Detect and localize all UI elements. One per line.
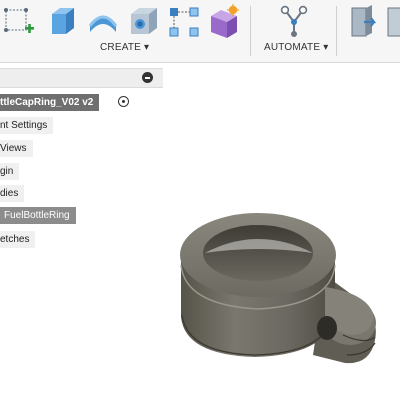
automate-menu-label[interactable]: AUTOMATE ▾: [264, 42, 328, 53]
collapse-panel-icon[interactable]: [142, 72, 153, 83]
extrude-icon[interactable]: [46, 4, 80, 38]
browser-item-body-fuelbottlering[interactable]: FuelBottleRing: [0, 207, 76, 224]
toolbar-separator: [336, 6, 337, 56]
browser-item-sketches[interactable]: etches: [0, 231, 36, 248]
browser-header: [0, 68, 163, 88]
create-sketch-icon[interactable]: [4, 4, 38, 38]
automate-icon[interactable]: [277, 4, 311, 38]
viewport-3d-model[interactable]: [175, 205, 390, 380]
create-menu-label[interactable]: CREATE ▾: [100, 42, 149, 53]
pattern-icon[interactable]: [167, 4, 201, 38]
revolve-icon[interactable]: [86, 4, 120, 38]
activate-radio-icon[interactable]: [118, 96, 129, 107]
browser-item-bodies[interactable]: dies: [0, 185, 25, 202]
modify-icon[interactable]: [346, 4, 380, 38]
toolbar-separator: [250, 6, 251, 56]
browser-item-origin[interactable]: gin: [0, 163, 20, 180]
browser-item-root-document[interactable]: ttleCapRing_V02 v2: [0, 94, 100, 111]
hole-icon[interactable]: [127, 4, 161, 38]
new-component-icon[interactable]: [207, 4, 241, 38]
toolbar: CREATE ▾ AUTOMATE ▾: [0, 0, 400, 63]
browser-item-document-settings[interactable]: nt Settings: [0, 117, 54, 134]
assemble-icon[interactable]: [386, 4, 400, 38]
browser-item-named-views[interactable]: Views: [0, 140, 33, 157]
